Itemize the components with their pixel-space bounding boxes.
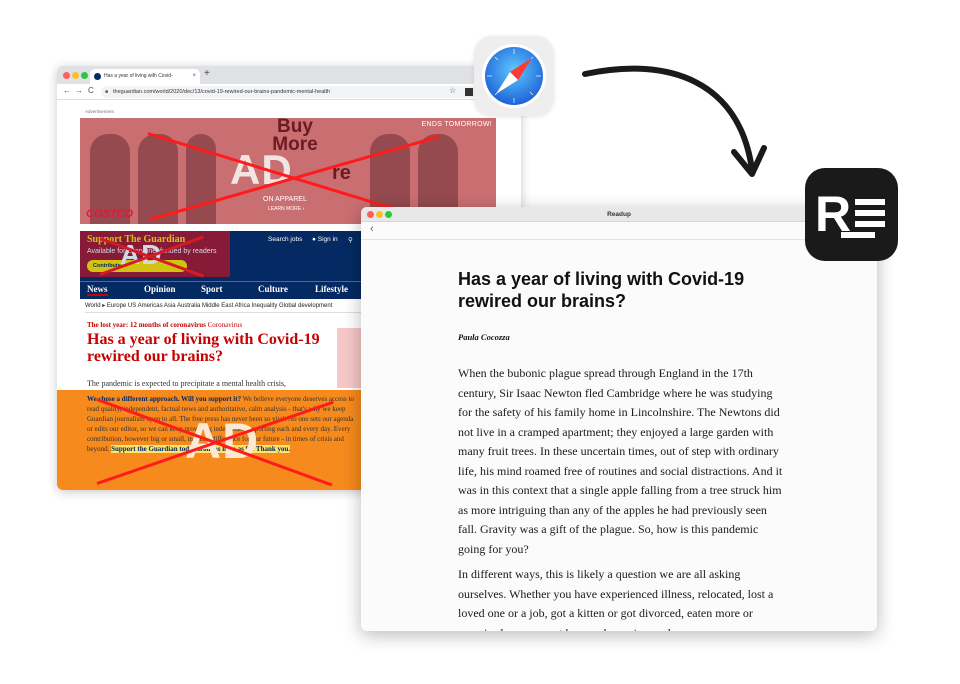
ad-apparel: ON APPAREL <box>263 196 307 203</box>
back-button[interactable]: ← <box>63 86 71 95</box>
pillar-opinion[interactable]: Opinion <box>144 284 176 294</box>
safari-app-icon <box>474 36 554 116</box>
address-bar-row: ← → C ■ theguardian.com/world/2020/dec/1… <box>57 84 521 100</box>
reload-button[interactable]: C <box>88 86 94 95</box>
browser-tab-bar: Has a year of living with Covid- × + <box>57 66 521 84</box>
close-window-button[interactable] <box>63 72 70 79</box>
readup-logo-icon: R <box>805 168 898 261</box>
section-label[interactable]: Coronavirus <box>208 321 243 329</box>
article-paragraph: When the bubonic plague spread through E… <box>458 366 783 556</box>
forward-button[interactable]: → <box>75 86 83 95</box>
user-icon: ● <box>312 236 316 243</box>
ad-learn-more[interactable]: LEARN MORE › <box>268 206 304 212</box>
article-paragraph: In different ways, this is likely a ques… <box>458 567 774 631</box>
zoom-window-button[interactable] <box>81 72 88 79</box>
support-box: Support The Guardian Available for every… <box>80 231 230 278</box>
pillar-culture[interactable]: Culture <box>258 284 288 294</box>
safari-compass-icon <box>482 44 546 108</box>
series-label: The lost year: 12 months of coronavirus <box>87 321 206 329</box>
minimize-window-button[interactable] <box>72 72 79 79</box>
readup-toolbar: ‹ <box>361 222 877 240</box>
guardian-favicon-icon <box>94 73 101 80</box>
guardian-standfirst: The pandemic is expected to precipitate … <box>87 379 287 388</box>
back-chevron-icon[interactable]: ‹ <box>370 223 374 235</box>
advertisement-label: Advertisement <box>85 109 114 114</box>
url-field[interactable]: ■ theguardian.com/world/2020/dec/13/covi… <box>101 86 481 98</box>
sign-in-label: Sign in <box>317 236 338 243</box>
article-author: Paula Cocozza <box>458 332 510 342</box>
extension-icon[interactable] <box>465 88 473 96</box>
url-text: theguardian.com/world/2020/dec/13/covid-… <box>113 89 331 95</box>
sign-in-link[interactable]: ● Sign in <box>312 236 338 243</box>
search-jobs-link[interactable]: Search jobs <box>268 236 302 243</box>
new-tab-button[interactable]: + <box>204 68 210 79</box>
ad-ends-badge: ENDS TOMORROW! <box>421 121 492 128</box>
readup-window: Readup ‹ Has a year of living with Covid… <box>361 207 877 631</box>
lock-icon: ■ <box>105 89 109 95</box>
pillar-lifestyle[interactable]: Lifestyle <box>315 284 348 294</box>
tab-title: Has a year of living with Covid- <box>104 73 173 79</box>
search-icon[interactable]: ⚲ <box>348 236 353 244</box>
logo-line <box>841 232 875 238</box>
browser-tab[interactable]: Has a year of living with Covid- × <box>90 69 200 84</box>
costco-logo: COSTCO <box>86 208 134 220</box>
pillar-sport[interactable]: Sport <box>201 284 223 294</box>
bookmark-star-icon[interactable]: ☆ <box>449 86 456 95</box>
pillar-news[interactable]: News <box>87 284 108 296</box>
article-title: Has a year of living with Covid-19 rewir… <box>458 269 745 311</box>
tab-close-icon[interactable]: × <box>192 69 196 84</box>
article-kicker: The lost year: 12 months of coronavirus … <box>87 321 242 329</box>
readup-titlebar: Readup <box>361 207 877 222</box>
guardian-headline: Has a year of living with Covid-19 rewir… <box>87 331 320 365</box>
window-title: Readup <box>607 211 631 218</box>
curved-arrow-icon <box>582 65 767 177</box>
logo-line <box>855 199 885 205</box>
logo-line <box>855 221 885 227</box>
logo-line <box>855 210 885 216</box>
